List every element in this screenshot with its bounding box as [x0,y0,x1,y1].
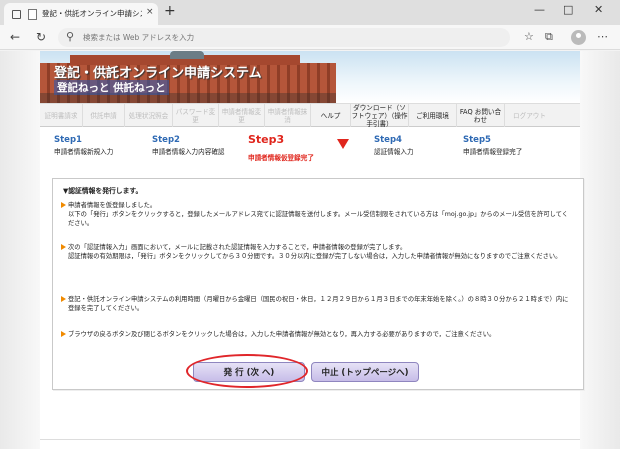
search-icon: ⚲ [66,30,75,43]
issue-next-button[interactable]: 発 行 (次 へ) [193,362,305,382]
message-paragraph-3: 登記・供託オンライン申請システムの利用時間（月曜日から金曜日（国民の祝日・休日，… [61,295,573,313]
site-title: 登記・供託オンライン申請システム [54,66,262,81]
bullet-arrow-icon [61,331,66,337]
more-menu-icon[interactable]: ⋯ [597,30,608,43]
page-favicon-icon [28,9,37,20]
bullet-arrow-icon [61,244,66,250]
step-1: Step1 申請者情報新規入力 [54,135,114,156]
site-banner: 登記・供託オンライン申請システム 登記ねっと 供託ねっと [40,51,580,103]
tab-title: 登記・供託オンライン申請システム [42,9,142,18]
menu-environment[interactable]: ご利用環境 [408,104,456,127]
menu-logout: ログアウト [504,104,554,127]
new-tab-button[interactable]: + [164,3,176,19]
message-title: ▼認証情報を発行します。 [63,187,143,195]
web-page: 登記・供託オンライン申請システム 登記ねっと 供託ねっと 証明書請求 供託申請 … [0,51,620,449]
back-icon[interactable]: ← [10,30,20,44]
message-paragraph-1: 申請者情報を仮登録しました。 以下の「発行」ボタンをクリックすると，登録したメー… [61,201,573,229]
menu-status-inquiry: 処理状況照会 [124,104,172,127]
page-footer-divider [40,439,580,440]
page-gutter-left [0,51,40,449]
favorite-star-icon[interactable]: ☆ [524,30,534,43]
page-gutter-right [580,51,620,449]
tab-actions-icon[interactable] [12,10,21,19]
close-window-icon[interactable]: ✕ [594,3,603,16]
step-2: Step2 申請者情報入力内容確認 [152,135,225,156]
address-bar[interactable]: ⚲ [58,28,510,47]
step-3-current: Step3 申請者情報仮登録完了 [248,133,314,162]
step-4: Step4 認証情報入力 [374,135,414,156]
menu-download[interactable]: ダウンロード（ソフトウェア）（操作手引書） [350,104,408,128]
bullet-arrow-icon [61,296,66,302]
menu-certificate-request: 証明書請求 [44,111,78,120]
message-paragraph-4: ブラウザの戻るボタン及び閉じるボタンをクリックした場合は，入力した申請者情報が無… [61,330,573,339]
menu-deposit-application: 供託申請 [82,104,124,127]
browser-tab-bar: 登記・供託オンライン申請システム × + — □ ✕ [0,0,620,25]
menu-applicant-delete: 申請者情報抹消 [264,104,310,127]
menu-password-change: パスワード変更 [172,104,218,127]
cancel-top-page-button[interactable]: 中止 (トップページへ) [311,362,419,382]
browser-tab[interactable]: 登記・供託オンライン申請システム × [4,3,158,25]
collections-icon[interactable]: ⧉ [545,30,553,44]
close-tab-icon[interactable]: × [146,7,154,17]
minimize-icon[interactable]: — [534,3,545,16]
current-step-arrow-icon [337,139,349,149]
message-panel: ▼認証情報を発行します。 申請者情報を仮登録しました。 以下の「発行」ボタンをク… [52,178,584,390]
menu-applicant-change: 申請者情報変更 [218,104,264,127]
message-paragraph-2: 次の「認証情報入力」画面において，メールに記載された認証情報を入力することで，申… [61,243,573,261]
address-input[interactable] [83,30,503,45]
menu-help[interactable]: ヘルプ [310,104,350,127]
refresh-icon[interactable]: ↻ [36,30,46,44]
maximize-icon[interactable]: □ [563,3,573,16]
site-menu: 証明書請求 供託申請 処理状況照会 パスワード変更 申請者情報変更 申請者情報抹… [40,103,580,128]
profile-avatar[interactable] [571,30,586,45]
bullet-arrow-icon [61,202,66,208]
site-subtitle: 登記ねっと 供託ねっと [54,80,169,95]
page-content: 登記・供託オンライン申請システム 登記ねっと 供託ねっと 証明書請求 供託申請 … [40,51,584,449]
menu-faq[interactable]: FAQ お問い合わせ [456,104,504,127]
browser-toolbar: ← ↻ ⚲ ☆ ⧉ ⋯ [0,25,620,50]
step-5: Step5 申請者情報登録完了 [463,135,523,156]
